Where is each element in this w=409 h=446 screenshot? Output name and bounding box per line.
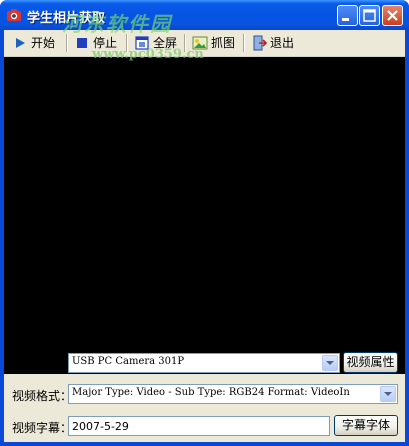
minimize-button[interactable] [337,5,358,26]
fullscreen-label: 全屏 [153,36,178,50]
video-preview[interactable] [4,57,405,374]
fullscreen-button[interactable]: 全屏 [134,32,177,53]
exit-door-icon [251,35,268,51]
stop-label: 停止 [93,36,118,50]
format-label: 视频格式： [12,389,73,403]
minimize-icon [342,18,349,21]
start-button[interactable]: 开始 [12,32,55,53]
picture-icon [192,35,208,51]
chevron-down-icon[interactable] [322,355,338,371]
video-properties-button[interactable]: 视频属性 [343,352,398,373]
stop-icon [74,35,90,51]
device-value: USB PC Camera 301P [72,356,185,367]
play-icon [12,35,28,51]
format-select[interactable]: Major Type: Video - Sub Type: RGB24 Form… [68,384,398,404]
maximize-icon [363,9,376,22]
device-row: 视频设备： USB PC Camera 301P 视频属性 [4,352,405,374]
caption-label: 视频字幕： [12,421,73,435]
exit-button[interactable]: 退出 [251,32,294,53]
toolbar: 开始 停止 全屏 抓图 退出 [4,30,405,57]
toolbar-separator [126,34,128,52]
toolbar-separator [184,34,186,52]
window-title: 学生相片获取 [27,11,106,26]
start-label: 开始 [31,36,56,50]
client-area: 开始 停止 全屏 抓图 退出 视频设备： USB PC Camera 301P … [4,30,405,442]
device-select[interactable]: USB PC Camera 301P [68,353,340,373]
capture-label: 抓图 [211,36,236,50]
toolbar-separator [243,34,245,52]
format-value: Major Type: Video - Sub Type: RGB24 Form… [72,387,350,398]
caption-value: 2007-5-29 [72,420,129,433]
exit-label: 退出 [270,36,295,50]
device-label: 视频设备： [12,358,73,372]
fullscreen-icon [134,35,150,51]
title-bar[interactable]: 学生相片获取 [0,0,409,30]
close-icon [387,10,398,21]
caption-input[interactable]: 2007-5-29 [68,416,330,436]
stop-button[interactable]: 停止 [74,32,117,53]
camera-app-icon [6,7,22,23]
toolbar-separator [66,34,68,52]
caption-font-button[interactable]: 字幕字体 [334,415,398,436]
close-button[interactable] [382,5,403,26]
capture-button[interactable]: 抓图 [192,32,235,53]
app-window: 学生相片获取 河东软件园 www.pc0359.cn 开始 停止 全屏 抓图 退… [0,0,409,446]
format-row: 视频格式： Major Type: Video - Sub Type: RGB2… [4,383,405,405]
chevron-down-icon[interactable] [380,386,396,402]
maximize-button[interactable] [359,5,380,26]
caption-row: 视频字幕： 2007-5-29 字幕字体 [4,415,405,437]
